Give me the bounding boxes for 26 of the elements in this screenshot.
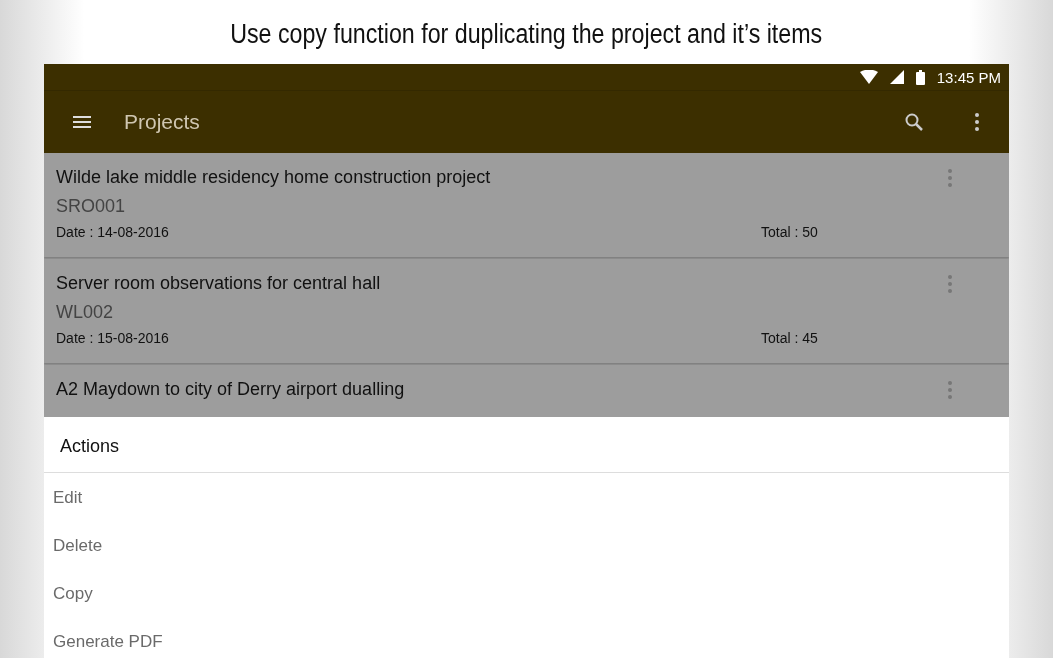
signal-icon — [889, 70, 904, 84]
project-card[interactable]: Server room observations for central hall WL002 Date : 15-08-2016 Total : 45 — [44, 259, 1009, 363]
project-total: Total : 50 — [761, 224, 818, 240]
more-icon[interactable] — [975, 113, 979, 131]
project-card[interactable]: A2 Maydown to city of Derry airport dualling — [44, 365, 1009, 417]
toolbar-title: Projects — [124, 110, 201, 134]
caption: Use copy function for duplicating the project and it’s items — [230, 18, 823, 51]
action-item[interactable]: Copy — [44, 569, 1009, 617]
project-code: SRO001 — [56, 196, 127, 217]
status-time: 13:45 PM — [936, 68, 1001, 86]
search-icon[interactable] — [905, 113, 923, 131]
project-card[interactable]: Wilde lake middle residency home construction project SRO001 Date : 14-08-2016 Total : 50 — [44, 153, 1009, 257]
project-title: Server room observations for central hall — [56, 273, 382, 294]
action-item[interactable]: Edit — [44, 473, 1009, 521]
project-title: Wilde lake middle residency home construction project — [56, 167, 492, 188]
project-date: Date : 14-08-2016 — [56, 224, 170, 240]
project-date: Date : 15-08-2016 — [56, 330, 170, 346]
project-total: Total : 45 — [761, 330, 818, 346]
battery-icon — [915, 69, 925, 85]
action-item[interactable]: Generate PDF — [44, 617, 1009, 658]
project-title: A2 Maydown to city of Derry airport dualling — [56, 379, 406, 400]
project-code: WL002 — [56, 302, 115, 323]
action-item[interactable]: Delete — [44, 521, 1009, 569]
wifi-icon — [859, 70, 878, 84]
sheet-title: Actions — [44, 417, 1009, 473]
menu-icon[interactable] — [73, 116, 91, 128]
